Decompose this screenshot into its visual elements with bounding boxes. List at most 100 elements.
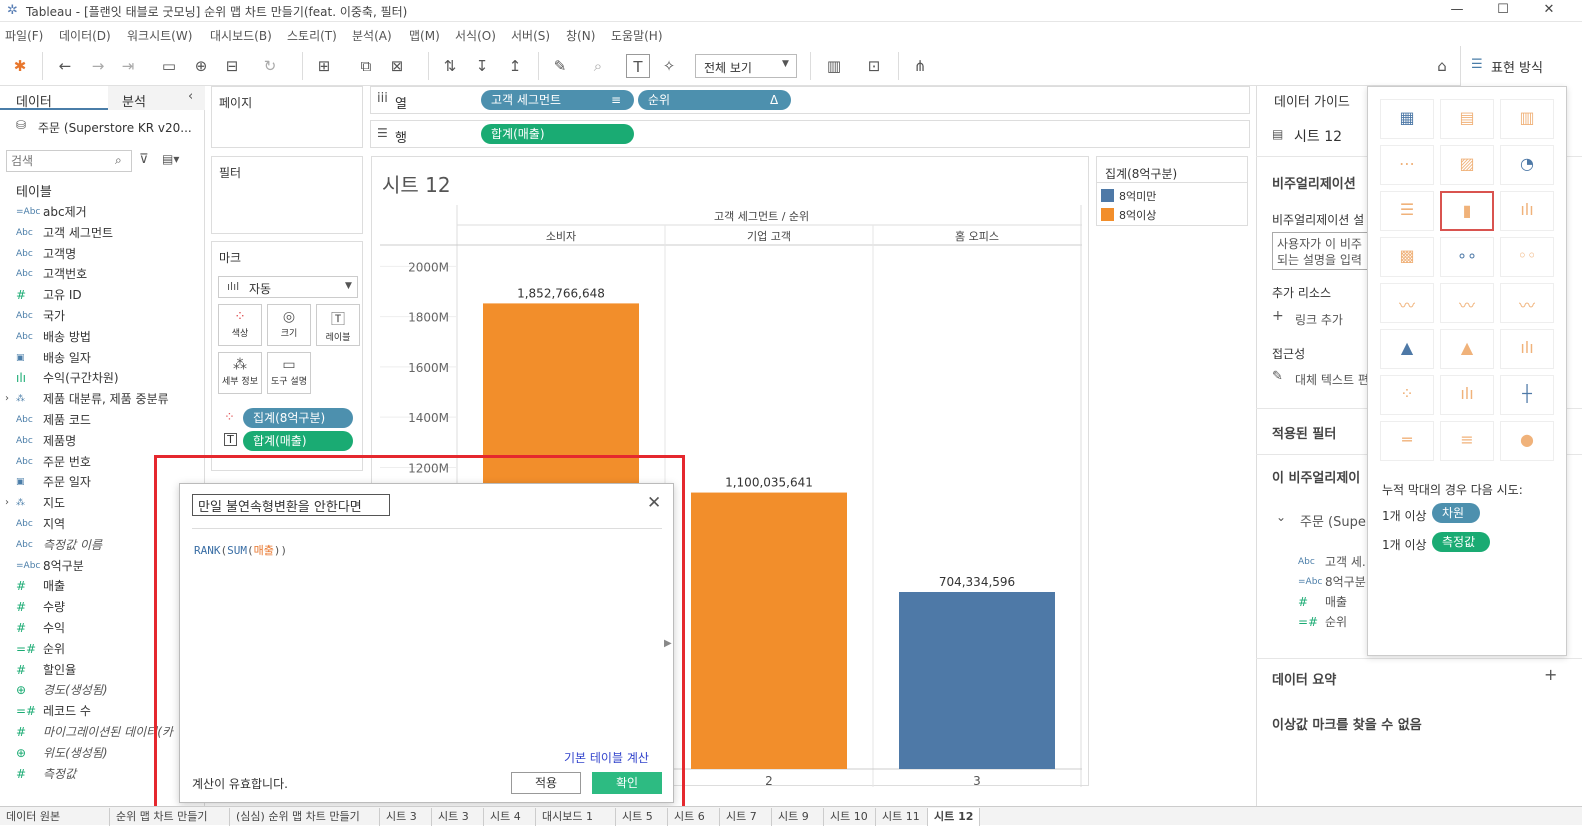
chart-type-side-by-side-circle-icon[interactable]: ◦◦	[1500, 237, 1554, 277]
field-item[interactable]: # 수량	[0, 597, 205, 617]
field-item[interactable]: =Abc 8억구분	[0, 556, 205, 576]
menu-data[interactable]: 데이터(D)	[59, 27, 111, 44]
menu-analysis[interactable]: 분석(A)	[352, 27, 392, 44]
field-item[interactable]: Abc 고객명	[0, 244, 205, 264]
source-field-item[interactable]: =Abc 8억구분	[1298, 572, 1368, 592]
color-button[interactable]: ⁘ 색상	[218, 304, 262, 346]
legend-item-label[interactable]: 8억미만	[1119, 188, 1156, 204]
chart-type-bullet-icon[interactable]: ≡	[1440, 421, 1494, 461]
chart-type-line-discrete-icon[interactable]: 〰	[1440, 283, 1494, 323]
fit-dropdown[interactable]: 전체 보기 ▼	[695, 54, 797, 78]
search-field[interactable]: ⌕	[6, 150, 132, 172]
field-item[interactable]: Abc 지역	[0, 514, 205, 534]
field-item[interactable]: Abc 고객번호	[0, 264, 205, 284]
chart-type-area-discrete-icon[interactable]: ▲	[1440, 329, 1494, 369]
expand-icon[interactable]: ›	[5, 389, 9, 409]
chart-type-text-table-icon[interactable]: ▦	[1380, 99, 1434, 139]
chart-type-scatter-plot-icon[interactable]: ⁘	[1380, 375, 1434, 415]
tab-data[interactable]: 데이터	[0, 86, 108, 110]
menu-format[interactable]: 서식(O)	[455, 27, 496, 44]
chart-type-horizontal-bar-icon[interactable]: ☰	[1380, 191, 1434, 231]
group-icon[interactable]: ⌕	[586, 54, 610, 78]
show-labels-icon[interactable]: T	[626, 54, 650, 78]
refresh-icon[interactable]: ↻	[258, 54, 282, 78]
chart-type-box-whisker-icon[interactable]: ┼	[1500, 375, 1554, 415]
chart-type-gantt-icon[interactable]: ═	[1380, 421, 1434, 461]
chart-type-circle-view-icon[interactable]: ∘∘	[1440, 237, 1494, 277]
field-item[interactable]: ılı 수익(구간차원)	[0, 368, 205, 388]
sort-asc-icon[interactable]: ↧	[470, 54, 494, 78]
detail-button[interactable]: ⁂ 세부 정보	[218, 352, 262, 394]
expand-arrow-icon[interactable]: ▶	[664, 638, 672, 649]
field-item[interactable]: # 수익	[0, 618, 205, 638]
field-item[interactable]: Abc 국가	[0, 306, 205, 326]
expand-icon[interactable]: ›	[5, 493, 9, 513]
menu-dashboard[interactable]: 대시보드(B)	[210, 27, 272, 44]
sheet-tab[interactable]: 시트 10	[824, 808, 876, 826]
chart-type-packed-bubbles-icon[interactable]: ●	[1500, 421, 1554, 461]
menu-file[interactable]: 파일(F)	[5, 27, 43, 44]
field-item[interactable]: › ⁂ 제품 대분류, 제품 중분류	[0, 389, 205, 409]
collapse-icon[interactable]: ‹	[188, 89, 193, 104]
clear-sheet-icon[interactable]: ⊠	[385, 54, 409, 78]
source-field-item[interactable]: Abc 고객 세.	[1298, 552, 1368, 572]
field-item[interactable]: ⊕ 위도(생성됨)	[0, 743, 205, 763]
sheet-tab[interactable]: 시트 9	[772, 808, 824, 826]
sort-desc-icon[interactable]: ↥	[503, 54, 527, 78]
pages-card[interactable]: 페이지	[211, 86, 363, 148]
chart-type-line-continuous-icon[interactable]: 〰	[1380, 283, 1434, 323]
search-input[interactable]	[11, 153, 111, 169]
menu-map[interactable]: 맵(M)	[409, 27, 440, 44]
field-item[interactable]: Abc 배송 방법	[0, 327, 205, 347]
field-item[interactable]: Abc 제품명	[0, 431, 205, 451]
save-icon[interactable]: ▭	[157, 54, 181, 78]
field-item[interactable]: Abc 측정값 이름	[0, 535, 205, 555]
sheet-tab[interactable]: 대시보드 1	[536, 808, 616, 826]
datasource-name[interactable]: 주문 (Superstore KR v20...	[38, 119, 192, 136]
maximize-button[interactable]: ☐	[1480, 0, 1526, 22]
source-field-item[interactable]: =# 순위	[1298, 612, 1368, 632]
default-table-calc-link[interactable]: 기본 테이블 계산	[564, 749, 649, 766]
field-item[interactable]: # 측정값	[0, 764, 205, 784]
replay-icon[interactable]: ⇥	[116, 54, 140, 78]
field-item[interactable]: ⊕ 경도(생성됨)	[0, 680, 205, 700]
source-field-item[interactable]: # 매출	[1298, 592, 1368, 612]
column-pill-rank[interactable]: 순위 Δ	[638, 90, 791, 110]
sheet-tab[interactable]: 시트 4	[484, 808, 536, 826]
columns-shelf[interactable]: iii 열 고객 세그먼트 ≡ 순위 Δ	[370, 86, 1250, 114]
field-item[interactable]: =# 레코드 수	[0, 701, 205, 721]
close-icon[interactable]: ✕	[647, 493, 661, 513]
sheet-tab[interactable]: 시트 6	[668, 808, 720, 826]
tab-analysis[interactable]: 분석 ‹	[108, 86, 205, 110]
field-item[interactable]: =Abc abc제거	[0, 202, 205, 222]
field-item[interactable]: Abc 제품 코드	[0, 410, 205, 430]
minimize-button[interactable]: —	[1434, 0, 1480, 22]
chart-type-histogram-icon[interactable]: ılı	[1440, 375, 1494, 415]
sheet-tab[interactable]: 시트 5	[616, 808, 668, 826]
chart-type-symbol-map-icon[interactable]: ⋯	[1380, 145, 1434, 185]
sheet-tab[interactable]: 순위 맵 차트 만들기	[110, 808, 230, 826]
showme-toggle[interactable]: ☰ 표현 방식	[1460, 46, 1582, 86]
undo-icon[interactable]: ←	[53, 54, 77, 78]
apply-button[interactable]: 적용	[511, 772, 581, 794]
row-pill-sales[interactable]: 합계(매출)	[481, 124, 634, 144]
chart-type-stacked-bar-icon[interactable]: ▮	[1440, 191, 1494, 231]
menu-story[interactable]: 스토리(T)	[287, 27, 337, 44]
menu-server[interactable]: 서버(S)	[511, 27, 550, 44]
redo-icon[interactable]: →	[86, 54, 110, 78]
sheet-tab[interactable]: 시트 3	[432, 808, 484, 826]
field-item[interactable]: # 매출	[0, 576, 205, 596]
presentation-icon[interactable]: ⊡	[862, 54, 886, 78]
field-item[interactable]: ▣ 주문 일자	[0, 472, 205, 492]
filter-icon[interactable]: ⊽	[139, 152, 149, 167]
view-list-icon[interactable]: ▤▾	[162, 152, 179, 166]
legend-item-label[interactable]: 8억이상	[1119, 207, 1156, 223]
field-item[interactable]: # 고유 ID	[0, 285, 205, 305]
sheet-tab[interactable]: 데이터 원본	[0, 808, 110, 826]
field-item[interactable]: ▣ 배송 일자	[0, 348, 205, 368]
mark-pill-color[interactable]: 집계(8억구분)	[243, 408, 353, 428]
chart-type-highlight-table-icon[interactable]: ▥	[1500, 99, 1554, 139]
field-item[interactable]: =# 순위	[0, 639, 205, 659]
chart-type-heat-map-icon[interactable]: ▤	[1440, 99, 1494, 139]
duplicate-sheet-icon[interactable]: ⧉	[354, 54, 378, 78]
